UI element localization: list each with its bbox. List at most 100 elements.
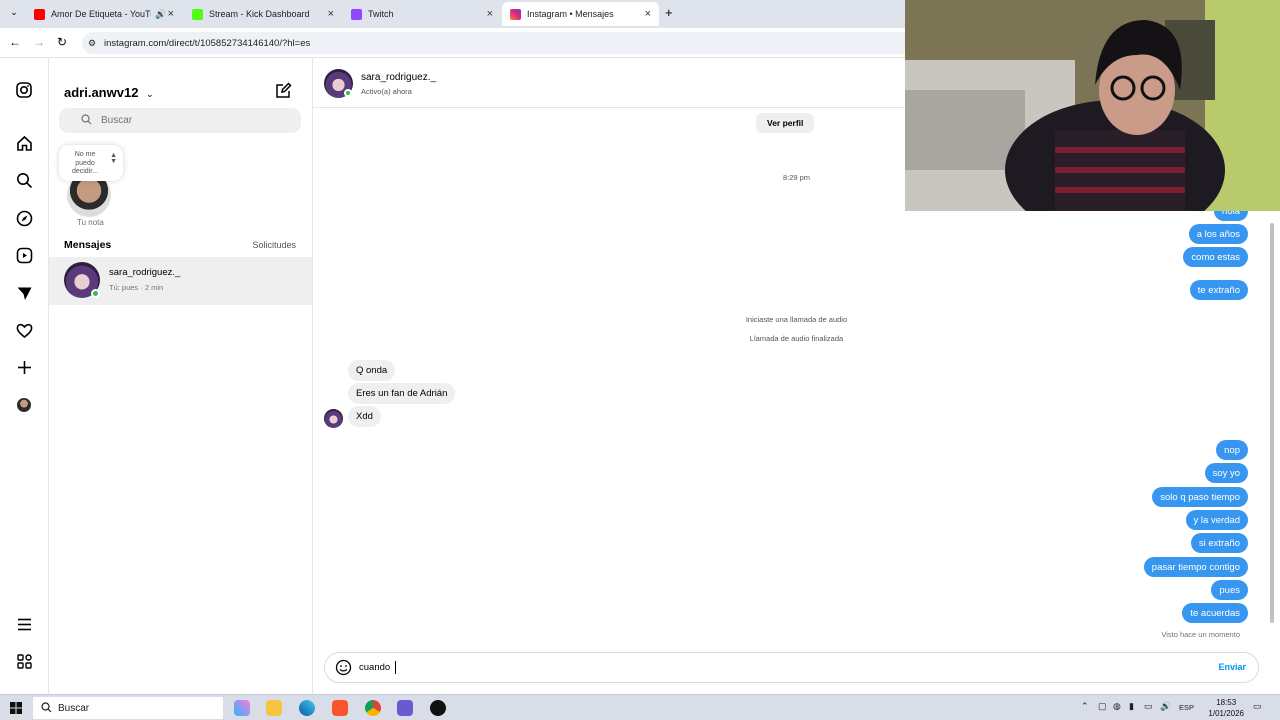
search-icon bbox=[41, 702, 52, 716]
call-started-note: Iniciaste una llamada de audio bbox=[745, 315, 848, 324]
tab-title: Stream - Kick Dashboard bbox=[209, 9, 310, 19]
message-outgoing: te extraño bbox=[1189, 280, 1248, 300]
tab-list-button[interactable]: ⌄ bbox=[7, 7, 21, 21]
tab-title: Instagram • Mensajes bbox=[527, 9, 614, 19]
message-outgoing: a los años bbox=[1188, 224, 1248, 244]
close-tab-icon[interactable]: × bbox=[168, 8, 174, 20]
message-outgoing: y la verdad bbox=[1185, 510, 1248, 530]
online-indicator bbox=[91, 289, 100, 298]
search-placeholder: Buscar bbox=[101, 115, 133, 126]
chevron-down-icon: ⌄ bbox=[146, 89, 154, 99]
view-profile-button[interactable]: Ver perfil bbox=[756, 113, 815, 133]
search-icon bbox=[81, 114, 92, 128]
clock-date: 1/01/2026 bbox=[1208, 709, 1244, 718]
speaker-icon: 🔊 bbox=[155, 8, 167, 19]
message-outgoing: soy yo bbox=[1204, 463, 1248, 483]
message-outgoing: solo q paso tiempo bbox=[1152, 487, 1248, 507]
tab-kick[interactable]: Stream - Kick Dashboard × bbox=[184, 2, 342, 26]
chrome-icon[interactable] bbox=[365, 700, 381, 716]
home-icon[interactable] bbox=[14, 133, 34, 153]
tray-icon[interactable]: ▮ bbox=[1129, 701, 1134, 712]
twitch-icon bbox=[351, 8, 362, 20]
app-icon[interactable] bbox=[430, 700, 446, 716]
reels-icon[interactable] bbox=[14, 245, 34, 265]
search-icon[interactable] bbox=[14, 170, 34, 190]
edge-icon[interactable] bbox=[299, 700, 315, 716]
requests-link[interactable]: Solicitudes bbox=[252, 240, 296, 250]
note-bubble[interactable]: No me puedo decidir... ▲ ▼ bbox=[59, 145, 123, 181]
text-cursor bbox=[395, 661, 396, 674]
explore-icon[interactable] bbox=[14, 208, 34, 228]
tray-icon[interactable]: ◍ bbox=[1113, 701, 1121, 712]
close-tab-icon[interactable]: × bbox=[487, 8, 493, 20]
chat-scrollbar[interactable] bbox=[1270, 223, 1274, 623]
note-text: No me puedo decidir... bbox=[71, 151, 99, 175]
instagram-icon bbox=[510, 8, 521, 20]
online-indicator bbox=[344, 89, 352, 97]
taskbar-search[interactable]: Buscar bbox=[33, 697, 223, 719]
profile-avatar-icon[interactable] bbox=[14, 395, 34, 415]
account-username: adri.anwv12 bbox=[64, 85, 139, 100]
new-tab-button[interactable]: + bbox=[665, 5, 673, 20]
seen-status: Visto hace un momento bbox=[1161, 630, 1240, 639]
message-outgoing: como estas bbox=[1183, 247, 1248, 267]
create-plus-icon[interactable] bbox=[14, 357, 34, 377]
messages-icon[interactable] bbox=[14, 283, 34, 303]
message-input[interactable]: cuando bbox=[359, 662, 390, 673]
windows-start-icon[interactable] bbox=[10, 701, 22, 719]
clock-time: 18:53 bbox=[1216, 698, 1237, 707]
inbox-panel: adri.anwv12 ⌄ Buscar No me puedo decidir… bbox=[49, 58, 313, 694]
message-outgoing: pues bbox=[1211, 580, 1248, 600]
tab-youtube[interactable]: Amor De Etiqueta - YouTube 🔊 × bbox=[26, 2, 182, 26]
url-field[interactable]: ⚙ instagram.com/direct/t/105852734146140… bbox=[82, 32, 982, 54]
apps-icon[interactable] bbox=[14, 651, 34, 671]
more-menu-icon[interactable] bbox=[14, 614, 34, 634]
chevron-up-icon[interactable]: ⌃ bbox=[1081, 701, 1089, 712]
instagram-logo-icon[interactable] bbox=[14, 80, 34, 100]
close-tab-icon[interactable]: × bbox=[328, 8, 334, 20]
notifications-icon[interactable]: ▭ bbox=[1253, 701, 1262, 712]
kick-icon bbox=[192, 8, 203, 20]
sort-arrows-icon: ▲ ▼ bbox=[110, 152, 117, 165]
brave-icon[interactable] bbox=[332, 700, 348, 716]
new-message-icon[interactable] bbox=[275, 82, 292, 104]
chat-contact-name[interactable]: sara_rodriguez._ bbox=[361, 72, 436, 83]
webcam-feed-image bbox=[905, 0, 1280, 211]
url-text: instagram.com/direct/t/105852734146140/?… bbox=[104, 37, 311, 49]
chat-contact-status: Activo(a) ahora bbox=[361, 87, 412, 96]
youtube-icon bbox=[34, 8, 45, 20]
taskbar-clock[interactable]: 18:53 1/01/2026 bbox=[1208, 697, 1244, 719]
tab-twitch[interactable]: Twitch × bbox=[343, 2, 501, 26]
tab-title: Twitch bbox=[368, 9, 394, 19]
message-incoming: Xdd bbox=[348, 406, 381, 427]
webcam-overlay bbox=[905, 0, 1280, 211]
volume-icon[interactable]: 🔊 bbox=[1160, 701, 1171, 712]
message-incoming: Q onda bbox=[348, 360, 396, 381]
conversation-name: sara_rodriguez._ bbox=[109, 267, 181, 278]
messages-heading: Mensajes bbox=[64, 239, 112, 251]
site-info-icon[interactable]: ⚙ bbox=[88, 38, 96, 49]
emoji-icon[interactable] bbox=[335, 659, 352, 681]
conversation-preview: Tú: pues · 2 min bbox=[109, 283, 164, 292]
conversation-row[interactable]: sara_rodriguez._ Tú: pues · 2 min bbox=[49, 257, 312, 305]
reload-icon[interactable]: ↻ bbox=[57, 35, 67, 49]
copilot-icon[interactable] bbox=[234, 700, 250, 716]
send-button[interactable]: Enviar bbox=[1218, 662, 1246, 672]
network-icon[interactable]: ▭ bbox=[1144, 701, 1153, 712]
back-icon[interactable]: ← bbox=[9, 35, 21, 49]
file-explorer-icon[interactable] bbox=[266, 700, 282, 716]
message-outgoing: pasar tiempo contigo bbox=[1143, 557, 1248, 577]
close-tab-icon[interactable]: × bbox=[645, 8, 651, 20]
tray-icon[interactable]: ▢ bbox=[1098, 701, 1107, 712]
language-indicator[interactable]: ESP bbox=[1179, 703, 1194, 712]
message-outgoing: te acuerdas bbox=[1182, 603, 1248, 623]
tab-title: Amor De Etiqueta - YouTube bbox=[51, 9, 151, 19]
message-incoming: Eres un fan de Adrián bbox=[348, 383, 456, 404]
account-switcher[interactable]: adri.anwv12 ⌄ bbox=[64, 85, 154, 100]
notifications-heart-icon[interactable] bbox=[14, 320, 34, 340]
message-composer[interactable]: cuando Enviar bbox=[324, 652, 1259, 683]
tab-instagram[interactable]: Instagram • Mensajes × bbox=[502, 2, 659, 26]
forward-icon[interactable]: → bbox=[33, 35, 45, 49]
app-icon[interactable] bbox=[397, 700, 413, 716]
search-input[interactable]: Buscar bbox=[59, 108, 301, 133]
